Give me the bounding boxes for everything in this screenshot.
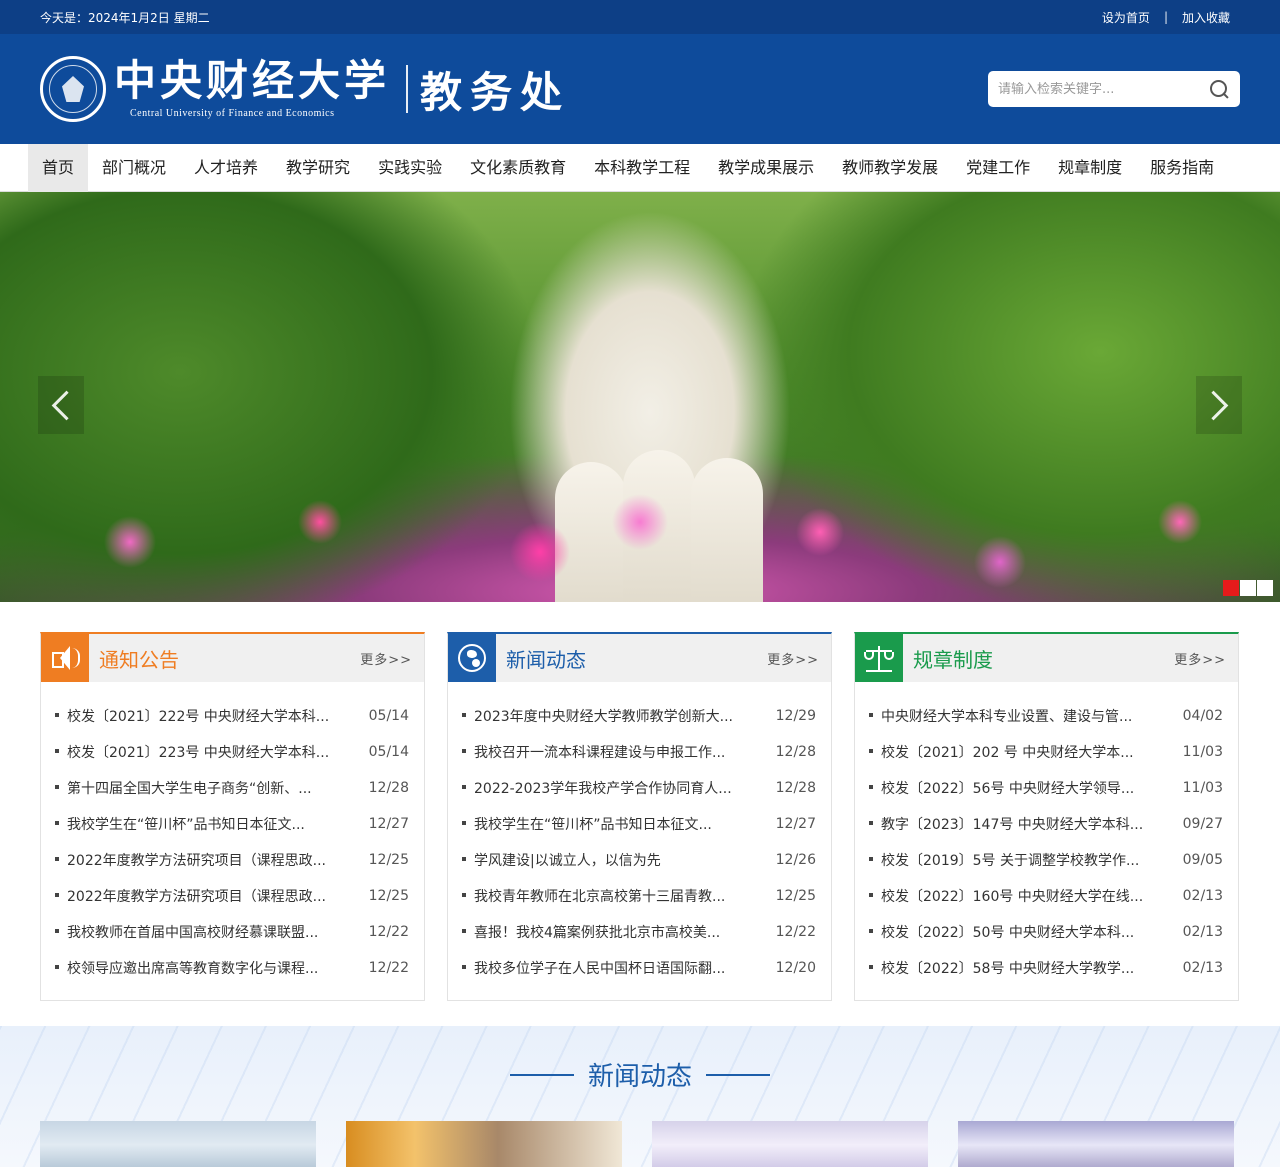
search-icon[interactable] [1208, 78, 1230, 100]
news-section-header: 新闻动态 [0, 1056, 1280, 1093]
news-thumbnails [40, 1121, 1234, 1167]
list-item[interactable]: 校发〔2021〕223号 中央财经大学本科... 05/14 [53, 734, 409, 770]
list-item[interactable]: 校发〔2021〕222号 中央财经大学本科... 05/14 [53, 698, 409, 734]
top-link-separator: | [1163, 10, 1168, 24]
nav-item-home[interactable]: 首页 [28, 143, 89, 192]
list-item[interactable]: 校发〔2022〕50号 中央财经大学本科... 02/13 [867, 914, 1223, 950]
title-line-right [706, 1073, 770, 1076]
news-list: 2023年度中央财经大学教师教学创新大... 12/29 我校召开一流本科课程建设… [448, 682, 831, 986]
nav-item-teaching-research[interactable]: 教学研究 [272, 144, 364, 192]
regulations-list: 中央财经大学本科专业设置、建设与管... 04/02 校发〔2021〕202 号 … [855, 682, 1238, 986]
nav-item-party-building[interactable]: 党建工作 [952, 144, 1044, 192]
speaker-icon [41, 634, 89, 682]
nav-item-service-guide[interactable]: 服务指南 [1136, 144, 1228, 192]
list-item[interactable]: 学风建设|以诚立人，以信为先 12/26 [460, 842, 816, 878]
list-item[interactable]: 校发〔2022〕160号 中央财经大学在线... 02/13 [867, 878, 1223, 914]
news-thumbnail[interactable] [652, 1121, 928, 1167]
news-thumbnail[interactable] [346, 1121, 622, 1167]
nav-item-regulations[interactable]: 规章制度 [1044, 144, 1136, 192]
list-item[interactable]: 2022年度教学方法研究项目（课程思政... 12/25 [53, 842, 409, 878]
university-name-en: Central University of Finance and Econom… [130, 107, 335, 119]
news-thumbnail[interactable] [958, 1121, 1234, 1167]
list-item[interactable]: 我校多位学子在人民中国杯日语国际翻... 12/20 [460, 950, 816, 986]
list-item[interactable]: 校领导应邀出席高等教育数字化与课程... 12/22 [53, 950, 409, 986]
brand-divider [406, 65, 409, 113]
list-item[interactable]: 第十四届全国大学生电子商务“创新、... 12/28 [53, 770, 409, 806]
nav-item-department[interactable]: 部门概况 [88, 144, 180, 192]
nav-item-practice-experiment[interactable]: 实践实验 [364, 144, 456, 192]
list-item[interactable]: 校发〔2021〕202 号 中央财经大学本... 11/03 [867, 734, 1223, 770]
list-item[interactable]: 校发〔2022〕56号 中央财经大学领导... 11/03 [867, 770, 1223, 806]
nav-item-faculty-development[interactable]: 教师教学发展 [828, 144, 952, 192]
hero-banner[interactable] [0, 192, 1280, 602]
search-input[interactable] [998, 81, 1208, 97]
university-seal-icon [40, 56, 106, 122]
top-bar: 今天是：2024年1月2日 星期二 设为首页 | 加入收藏 [0, 0, 1280, 34]
set-home-link[interactable]: 设为首页 [1102, 9, 1150, 26]
more-link[interactable]: 更多>> [360, 649, 412, 668]
globe-icon [448, 634, 496, 682]
panel-header: 新闻动态 更多>> [448, 634, 831, 682]
list-item[interactable]: 2023年度中央财经大学教师教学创新大... 12/29 [460, 698, 816, 734]
news-thumbnail[interactable] [40, 1121, 316, 1167]
main-nav: 首页 部门概况 人才培养 教学研究 实践实验 文化素质教育 本科教学工程 教学成… [0, 143, 1280, 192]
top-links: 设为首页 | 加入收藏 [1102, 9, 1240, 26]
list-item[interactable]: 我校学生在“笹川杯”品书知日本征文... 12/27 [53, 806, 409, 842]
banner-dot[interactable] [1223, 580, 1239, 596]
list-item[interactable]: 喜报！我校4篇案例获批北京市高校美... 12/22 [460, 914, 816, 950]
list-item[interactable]: 我校学生在“笹川杯”品书知日本征文... 12/27 [460, 806, 816, 842]
list-item[interactable]: 2022-2023学年我校产学合作协同育人... 12/28 [460, 770, 816, 806]
list-item[interactable]: 校发〔2022〕58号 中央财经大学教学... 02/13 [867, 950, 1223, 986]
university-name-cn: 中央财经大学 [114, 55, 391, 105]
news-section-title: 新闻动态 [587, 1062, 692, 1092]
nav-item-cultural-education[interactable]: 文化素质教育 [456, 144, 580, 192]
department-name: 教务处 [420, 67, 571, 117]
title-line-left [509, 1073, 574, 1076]
regulations-panel: 规章制度 更多>> 中央财经大学本科专业设置、建设与管... 04/02 校发〔2… [854, 632, 1239, 1001]
panel-title: 通知公告 [99, 647, 179, 672]
banner-pagination [1223, 580, 1273, 596]
list-item[interactable]: 教字〔2023〕147号 中央财经大学本科... 09/27 [867, 806, 1223, 842]
list-item[interactable]: 我校教师在首届中国高校财经慕课联盟... 12/22 [53, 914, 409, 950]
search-box [988, 71, 1240, 107]
site-header: 中央财经大学 Central University of Finance and… [0, 34, 1280, 144]
panel-header: 通知公告 更多>> [41, 634, 424, 682]
panel-title: 新闻动态 [506, 647, 586, 672]
site-logo[interactable]: 中央财经大学 Central University of Finance and… [40, 56, 570, 122]
more-link[interactable]: 更多>> [767, 649, 819, 668]
notice-panel: 通知公告 更多>> 校发〔2021〕222号 中央财经大学本科... 05/14 … [40, 632, 425, 1001]
banner-dot[interactable] [1257, 580, 1273, 596]
panel-header: 规章制度 更多>> [855, 634, 1238, 682]
notice-list: 校发〔2021〕222号 中央财经大学本科... 05/14 校发〔2021〕22… [41, 682, 424, 986]
list-item[interactable]: 2022年度教学方法研究项目（课程思政... 12/25 [53, 878, 409, 914]
scale-icon [855, 634, 903, 682]
brand-names: 中央财经大学 Central University of Finance and… [114, 55, 391, 119]
news-panel: 新闻动态 更多>> 2023年度中央财经大学教师教学创新大... 12/29 我校… [447, 632, 832, 1001]
content-columns: 通知公告 更多>> 校发〔2021〕222号 中央财经大学本科... 05/14 … [0, 602, 1280, 1001]
more-link[interactable]: 更多>> [1174, 649, 1226, 668]
list-item[interactable]: 我校青年教师在北京高校第十三届青教... 12/25 [460, 878, 816, 914]
bookmark-link[interactable]: 加入收藏 [1182, 9, 1230, 26]
banner-next-arrow-icon[interactable] [1196, 376, 1242, 434]
banner-prev-arrow-icon[interactable] [38, 376, 84, 434]
nav-item-talent-training[interactable]: 人才培养 [180, 144, 272, 192]
date-text: 今天是：2024年1月2日 星期二 [40, 10, 210, 25]
banner-flowers-image [0, 482, 1280, 602]
panel-title: 规章制度 [913, 647, 993, 672]
nav-item-undergrad-project[interactable]: 本科教学工程 [580, 144, 704, 192]
list-item[interactable]: 中央财经大学本科专业设置、建设与管... 04/02 [867, 698, 1223, 734]
nav-item-achievements[interactable]: 教学成果展示 [704, 144, 828, 192]
news-section: 新闻动态 [0, 1026, 1280, 1167]
banner-dot[interactable] [1240, 580, 1256, 596]
list-item[interactable]: 我校召开一流本科课程建设与申报工作... 12/28 [460, 734, 816, 770]
list-item[interactable]: 校发〔2019〕5号 关于调整学校教学作... 09/05 [867, 842, 1223, 878]
